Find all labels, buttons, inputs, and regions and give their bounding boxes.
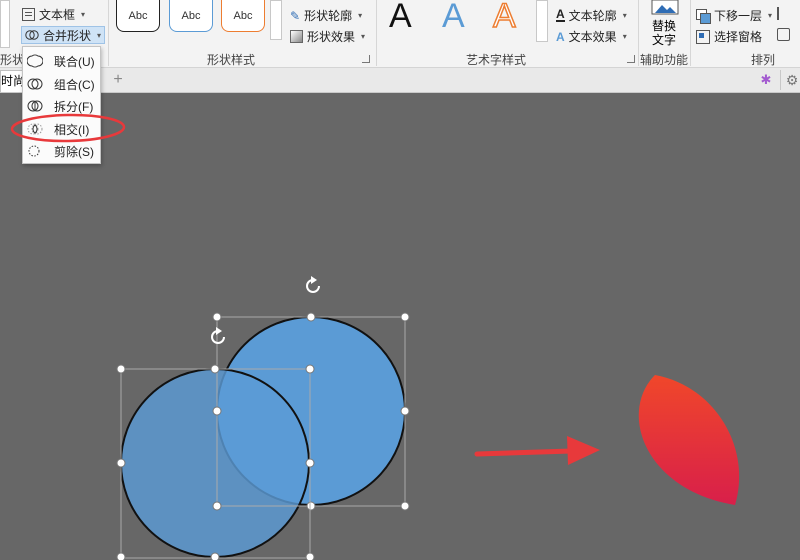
wordart-style-orange-outline[interactable]: A [492, 0, 516, 36]
chevron-down-icon: ▾ [768, 11, 773, 20]
merge-shapes-menu: 联合(U) 组合(C) 拆分(F) 相交(I) 剪除(S) [22, 46, 101, 164]
shape-styles-group-label: 形状样式 [207, 53, 256, 67]
accessibility-group-label: 辅助功能 [640, 53, 689, 67]
text-effects-icon: A [556, 29, 565, 44]
wordart-style-black[interactable]: A [389, 0, 412, 36]
rotate-handle-right-icon[interactable] [306, 276, 320, 293]
subtract-icon [28, 145, 40, 157]
merge-shapes-icon [25, 30, 39, 40]
arrange-group-label: 排列 [751, 53, 776, 67]
group-divider [108, 0, 109, 66]
add-tab-button[interactable]: + [108, 70, 128, 90]
alt-text-icon [651, 0, 679, 15]
shape-style-sample-text: Abc [181, 9, 201, 22]
group-divider [376, 0, 377, 66]
merge-shapes-button[interactable]: 合并形状 ▾ [21, 26, 106, 44]
alt-text-label-line2: 文字 [652, 33, 677, 47]
intersect-icon [27, 123, 43, 135]
union-icon [27, 54, 43, 68]
sparkle-icon[interactable]: ✱ [758, 72, 774, 88]
shape-styles-gallery-scroll[interactable] [270, 0, 282, 40]
shape-style-sample-text: Abc [128, 9, 148, 22]
combine-icon [27, 78, 43, 90]
text-effects-label: 文本效果 [568, 30, 617, 44]
menu-item-fragment[interactable]: 拆分(F) [23, 95, 100, 117]
shape-effects-button[interactable]: 形状效果 ▾ [290, 28, 365, 45]
dialog-launcher-icon[interactable] [362, 55, 370, 63]
wordart-style-blue[interactable]: A [442, 0, 465, 36]
menu-item-union[interactable]: 联合(U) [23, 50, 100, 72]
shape-outline-label: 形状轮廓 [304, 9, 353, 23]
text-outline-icon: A [556, 7, 565, 22]
menu-item-union-label: 联合(U) [54, 54, 95, 69]
menu-item-intersect-label: 相交(I) [54, 122, 90, 137]
dialog-launcher-icon[interactable] [627, 55, 635, 63]
group-divider [690, 0, 691, 66]
document-tab-bar: 时尚ppt + ✱ ⚙ [0, 68, 800, 93]
selection-pane-icon [696, 30, 710, 44]
ribbon: 文本框 ▾ 合并形状 ▾ 形状 Abc Abc Abc ✎ 形状轮廓 ▾ 形状效… [0, 0, 800, 68]
chevron-down-icon: ▾ [622, 32, 627, 41]
textbox-button[interactable]: 文本框 ▾ [22, 6, 85, 23]
send-backward-label: 下移一层 [714, 9, 763, 23]
send-backward-icon [696, 9, 711, 24]
shape-gallery-scroll[interactable] [0, 0, 10, 48]
chevron-down-icon: ▾ [622, 11, 627, 20]
text-outline-label: 文本轮廓 [568, 9, 617, 23]
textbox-label: 文本框 [39, 8, 76, 22]
circle-shape-left[interactable] [120, 368, 310, 558]
shape-effects-icon [290, 30, 303, 43]
shape-effects-label: 形状效果 [307, 30, 356, 44]
menu-item-combine-label: 组合(C) [54, 77, 95, 92]
group-divider [638, 0, 639, 66]
shape-style-preset-1[interactable]: Abc [116, 0, 160, 32]
shape-style-sample-text: Abc [233, 9, 253, 22]
rotate-handle-left-icon[interactable] [211, 327, 225, 344]
selection-pane-button[interactable]: 选择窗格 [696, 28, 762, 45]
shape-style-preset-3[interactable]: Abc [221, 0, 265, 32]
menu-item-combine[interactable]: 组合(C) [23, 73, 100, 95]
chevron-down-icon: ▾ [97, 30, 102, 40]
shape-style-preset-2[interactable]: Abc [169, 0, 213, 32]
intersection-result-shape[interactable] [638, 375, 740, 505]
text-effects-button[interactable]: A 文本效果 ▾ [556, 28, 627, 45]
slide-canvas[interactable] [0, 93, 800, 560]
rotate-button-partial[interactable] [777, 28, 790, 41]
gear-icon[interactable]: ⚙ [784, 72, 800, 88]
insert-shapes-group-label: 形状 [0, 53, 25, 67]
textbox-icon [22, 8, 35, 21]
selection-pane-label: 选择窗格 [714, 30, 763, 44]
chevron-down-icon: ▾ [81, 10, 86, 19]
text-outline-button[interactable]: A 文本轮廓 ▾ [556, 7, 627, 24]
alt-text-button[interactable]: 替换 文字 [646, 0, 684, 47]
wordart-gallery-scroll[interactable] [536, 0, 548, 42]
menu-item-fragment-label: 拆分(F) [54, 99, 94, 114]
chevron-down-icon: ▾ [358, 11, 363, 20]
menu-item-intersect[interactable]: 相交(I) [23, 118, 100, 140]
send-backward-button[interactable]: 下移一层 ▾ [696, 7, 772, 24]
fragment-icon [27, 100, 43, 112]
align-icon [777, 7, 790, 20]
red-arrow-annotation [474, 436, 600, 465]
menu-item-subtract-label: 剪除(S) [54, 144, 94, 159]
shape-outline-button[interactable]: ✎ 形状轮廓 ▾ [290, 7, 362, 24]
chevron-down-icon: ▾ [361, 32, 366, 41]
wordart-styles-group-label: 艺术字样式 [466, 53, 527, 67]
menu-item-subtract[interactable]: 剪除(S) [23, 140, 100, 162]
align-button-partial[interactable] [777, 7, 790, 20]
pencil-icon: ✎ [290, 8, 301, 23]
merge-shapes-label: 合并形状 [43, 28, 92, 43]
tab-bar-divider [780, 70, 781, 90]
rotate-icon [777, 28, 790, 41]
